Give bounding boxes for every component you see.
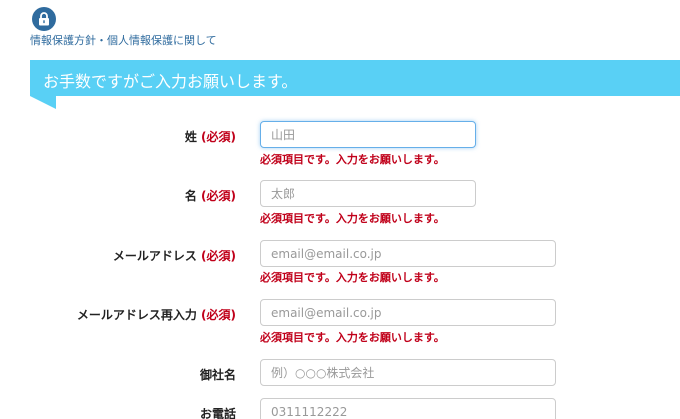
required-mark: (必須) bbox=[201, 308, 236, 322]
error-message: 必須項目です。入力をお願いします。 bbox=[260, 153, 445, 166]
required-mark: (必須) bbox=[201, 249, 236, 263]
error-message: 必須項目です。入力をお願いします。 bbox=[260, 212, 445, 225]
required-mark: (必須) bbox=[201, 189, 236, 203]
field-label: メールアドレス (必須) bbox=[112, 249, 236, 263]
field-label: 御社名 bbox=[199, 368, 236, 382]
last-name-input[interactable] bbox=[260, 121, 476, 148]
privacy-policy-link[interactable]: 情報保護方針・個人情報保護に関して bbox=[30, 32, 217, 48]
contact-form-page: 情報保護方針・個人情報保護に関して お手数ですがご入力お願いします。 姓 (必須… bbox=[0, 0, 680, 419]
field-label: 名 (必須) bbox=[184, 189, 236, 203]
lock-icon bbox=[32, 7, 56, 31]
field-label: お電話 bbox=[199, 407, 236, 419]
company-input[interactable] bbox=[260, 359, 556, 386]
first-name-input[interactable] bbox=[260, 180, 476, 207]
error-message: 必須項目です。入力をお願いします。 bbox=[260, 271, 445, 284]
field-label: メールアドレス再入力 (必須) bbox=[76, 308, 236, 322]
email-input[interactable] bbox=[260, 240, 556, 267]
banner-tail bbox=[30, 96, 56, 109]
phone-input[interactable] bbox=[260, 398, 556, 419]
required-mark: (必須) bbox=[201, 130, 236, 144]
form-banner: お手数ですがご入力お願いします。 bbox=[30, 60, 680, 96]
field-label: 姓 (必須) bbox=[184, 130, 236, 144]
banner-title: お手数ですがご入力お願いします。 bbox=[43, 72, 298, 91]
error-message: 必須項目です。入力をお願いします。 bbox=[260, 331, 445, 344]
email-confirm-input[interactable] bbox=[260, 299, 556, 326]
